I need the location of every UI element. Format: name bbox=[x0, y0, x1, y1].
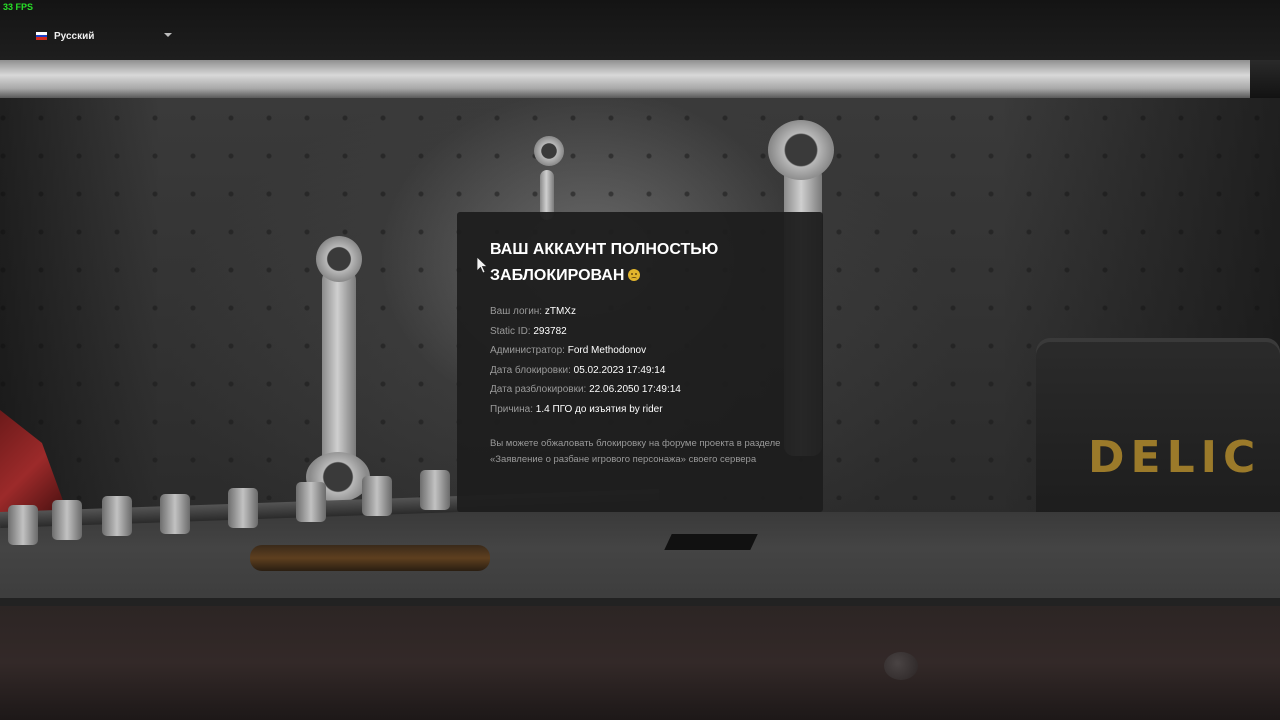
toolbox-logo: DELIC bbox=[1088, 432, 1262, 483]
ban-title: ВАШ АККАУНТ ПОЛНОСТЬЮ ЗАБЛОКИРОВАН bbox=[490, 237, 790, 289]
unban-date-label: Дата разблокировки: bbox=[490, 384, 587, 395]
static-id-row: Static ID: 293782 bbox=[490, 322, 681, 342]
socket bbox=[102, 496, 132, 536]
socket bbox=[8, 505, 38, 545]
wrench-right-head bbox=[768, 120, 834, 180]
workbench-edge bbox=[0, 598, 1280, 606]
ban-date-label: Дата блокировки: bbox=[490, 364, 571, 376]
socket bbox=[160, 494, 190, 534]
admin-row: Администратор: Ford Methodonov bbox=[490, 341, 681, 361]
login-row: Ваш логин: zTMXz bbox=[490, 302, 681, 322]
ban-details: Ваш логин: zTMXz Static ID: 293782 Админ… bbox=[490, 302, 681, 419]
light-bar-end bbox=[1250, 60, 1280, 100]
drawer-knob bbox=[884, 652, 918, 680]
workbench-top bbox=[0, 512, 1280, 602]
admin-value: Ford Methodonov bbox=[567, 345, 647, 356]
ceiling bbox=[0, 0, 1280, 60]
ceiling-light-bar bbox=[0, 60, 1280, 98]
login-value: zTMXz bbox=[544, 306, 576, 317]
ban-panel: ВАШ АККАУНТ ПОЛНОСТЬЮ ЗАБЛОКИРОВАН Ваш л… bbox=[457, 212, 823, 512]
static-id-value: 293782 bbox=[533, 325, 567, 337]
unban-date-value: 22.06.2050 17:49:14 bbox=[589, 384, 681, 395]
wrench-center-head bbox=[534, 136, 564, 166]
fps-counter: 33 FPS bbox=[3, 2, 34, 12]
reason-label: Причина: bbox=[490, 403, 533, 415]
unban-date-row: Дата разблокировки: 22.06.2050 17:49:14 bbox=[490, 380, 681, 400]
reason-value: 1.4 ПГО до изъятия by rider bbox=[535, 403, 663, 415]
socket bbox=[228, 488, 258, 528]
ban-date-row: Дата блокировки: 05.02.2023 17:49:14 bbox=[490, 361, 681, 381]
tool-handle bbox=[250, 545, 490, 571]
sad-face-icon bbox=[628, 269, 641, 281]
socket bbox=[296, 482, 326, 522]
phone-on-desk bbox=[664, 534, 758, 550]
wrench-left-head bbox=[316, 236, 362, 282]
static-id-label: Static ID: bbox=[490, 325, 531, 337]
chevron-down-icon[interactable] bbox=[164, 33, 172, 37]
socket bbox=[52, 500, 82, 540]
language-selector[interactable]: Русский bbox=[36, 29, 176, 43]
flag-stripe-red bbox=[36, 37, 47, 41]
ban-date-value: 05.02.2023 17:49:14 bbox=[573, 364, 666, 376]
russia-flag-icon bbox=[36, 32, 47, 41]
admin-label: Администратор: bbox=[490, 345, 565, 356]
appeal-note: Вы можете обжаловать блокировку на форум… bbox=[490, 438, 781, 465]
wrench-left bbox=[322, 270, 356, 480]
reason-row: Причина: 1.4 ПГО до изъятия by rider bbox=[490, 400, 681, 420]
login-label: Ваш логин: bbox=[490, 306, 543, 317]
drawer-front bbox=[0, 606, 1280, 720]
socket bbox=[362, 476, 392, 516]
socket bbox=[420, 470, 450, 510]
ban-title-text: ВАШ АККАУНТ ПОЛНОСТЬЮ ЗАБЛОКИРОВАН bbox=[490, 241, 719, 284]
language-label: Русский bbox=[54, 30, 95, 42]
